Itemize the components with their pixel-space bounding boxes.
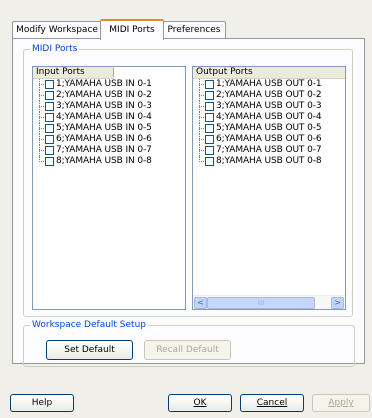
output-port-checkbox[interactable] <box>205 80 214 89</box>
column-separator <box>113 68 114 77</box>
output-port-checkbox[interactable] <box>205 102 214 111</box>
workspace-default-group: Workspace Default Setup Set Default Reca… <box>23 319 355 367</box>
tree-connector-line <box>199 128 204 129</box>
output-port-checkbox[interactable] <box>205 157 214 166</box>
input-port-label: 5;YAMAHA USB IN 0-5 <box>56 123 152 133</box>
output-port-label: 6;YAMAHA USB OUT 0-6 <box>216 134 322 144</box>
tab-preferences[interactable]: Preferences <box>162 21 226 38</box>
input-ports-header[interactable]: Input Ports <box>33 67 114 79</box>
output-ports-header-label: Output Ports <box>196 67 253 77</box>
tree-connector-line <box>39 95 44 96</box>
apply-button[interactable]: Apply <box>312 394 370 412</box>
input-port-label: 6;YAMAHA USB IN 0-6 <box>56 134 152 144</box>
output-port-checkbox[interactable] <box>205 124 214 133</box>
input-port-checkbox[interactable] <box>45 124 54 133</box>
input-port-checkbox[interactable] <box>45 135 54 144</box>
input-port-label: 8;YAMAHA USB IN 0-8 <box>56 156 152 166</box>
tree-connector-line <box>199 84 204 85</box>
scroll-right-button[interactable]: > <box>331 297 344 309</box>
tab-panel-midi-ports: MIDI Ports Input Ports 1;YAMAHA USB IN 0… <box>12 38 365 367</box>
output-horizontal-scrollbar[interactable]: < III > <box>193 295 345 309</box>
tree-connector-line <box>199 161 204 162</box>
help-button[interactable]: Help <box>10 394 74 412</box>
dialog-window: Modify Workspace MIDI Ports Preferences … <box>0 0 372 418</box>
ok-button[interactable]: OK <box>168 394 232 412</box>
tree-connector-line <box>199 139 204 140</box>
tree-connector-line <box>39 84 44 85</box>
input-port-checkbox[interactable] <box>45 146 54 155</box>
tree-connector-line <box>39 150 44 151</box>
output-port-label: 8;YAMAHA USB OUT 0-8 <box>216 156 322 166</box>
input-port-checkbox[interactable] <box>45 157 54 166</box>
scroll-thumb[interactable]: III <box>207 297 315 309</box>
tree-connector-line <box>199 95 204 96</box>
input-port-checkbox[interactable] <box>45 80 54 89</box>
input-port-checkbox[interactable] <box>45 102 54 111</box>
recall-default-button[interactable]: Recall Default <box>144 340 231 360</box>
output-port-checkbox[interactable] <box>205 146 214 155</box>
tree-connector-line <box>39 106 44 107</box>
tab-midi-ports[interactable]: MIDI Ports <box>100 19 164 40</box>
input-port-checkbox[interactable] <box>45 91 54 100</box>
midi-ports-group-label: MIDI Ports <box>30 43 80 55</box>
input-ports-list[interactable]: Input Ports 1;YAMAHA USB IN 0-1 2;YAMAHA … <box>32 66 186 310</box>
tree-connector-line <box>199 150 204 151</box>
tree-connector-line <box>39 139 44 140</box>
tree-connector-line <box>199 106 204 107</box>
output-port-checkbox[interactable] <box>205 91 214 100</box>
output-ports-list[interactable]: Output Ports 1;YAMAHA USB OUT 0-1 2;YAMAH… <box>192 66 346 310</box>
input-port-label: 2;YAMAHA USB IN 0-2 <box>56 90 152 100</box>
input-port-checkbox[interactable] <box>45 113 54 122</box>
workspace-default-group-label: Workspace Default Setup <box>30 319 148 331</box>
output-port-label: 1;YAMAHA USB OUT 0-1 <box>216 79 322 89</box>
apply-button-label: Apply <box>328 398 354 408</box>
tab-modify-workspace[interactable]: Modify Workspace <box>12 21 102 38</box>
cancel-button-label: Cancel <box>256 398 288 408</box>
output-port-checkbox[interactable] <box>205 135 214 144</box>
output-port-label: 3;YAMAHA USB OUT 0-3 <box>216 101 322 111</box>
input-ports-header-label: Input Ports <box>36 67 85 77</box>
tree-connector-line <box>199 117 204 118</box>
input-port-label: 7;YAMAHA USB IN 0-7 <box>56 145 152 155</box>
input-port-label: 1;YAMAHA USB IN 0-1 <box>56 79 152 89</box>
output-port-label: 5;YAMAHA USB OUT 0-5 <box>216 123 322 133</box>
input-port-label: 3;YAMAHA USB IN 0-3 <box>56 101 152 111</box>
output-ports-header[interactable]: Output Ports <box>193 67 345 79</box>
tree-connector-line <box>39 128 44 129</box>
output-port-label: 2;YAMAHA USB OUT 0-2 <box>216 90 322 100</box>
output-port-checkbox[interactable] <box>205 113 214 122</box>
ok-button-label: OK <box>193 398 207 408</box>
tree-connector-line <box>39 117 44 118</box>
cancel-button[interactable]: Cancel <box>240 394 304 412</box>
output-port-label: 4;YAMAHA USB OUT 0-4 <box>216 112 322 122</box>
midi-ports-group: MIDI Ports Input Ports 1;YAMAHA USB IN 0… <box>23 43 353 317</box>
tree-connector-line <box>39 161 44 162</box>
set-default-button[interactable]: Set Default <box>46 340 133 360</box>
output-port-label: 7;YAMAHA USB OUT 0-7 <box>216 145 322 155</box>
input-port-label: 4;YAMAHA USB IN 0-4 <box>56 112 152 122</box>
scroll-left-button[interactable]: < <box>194 297 207 309</box>
